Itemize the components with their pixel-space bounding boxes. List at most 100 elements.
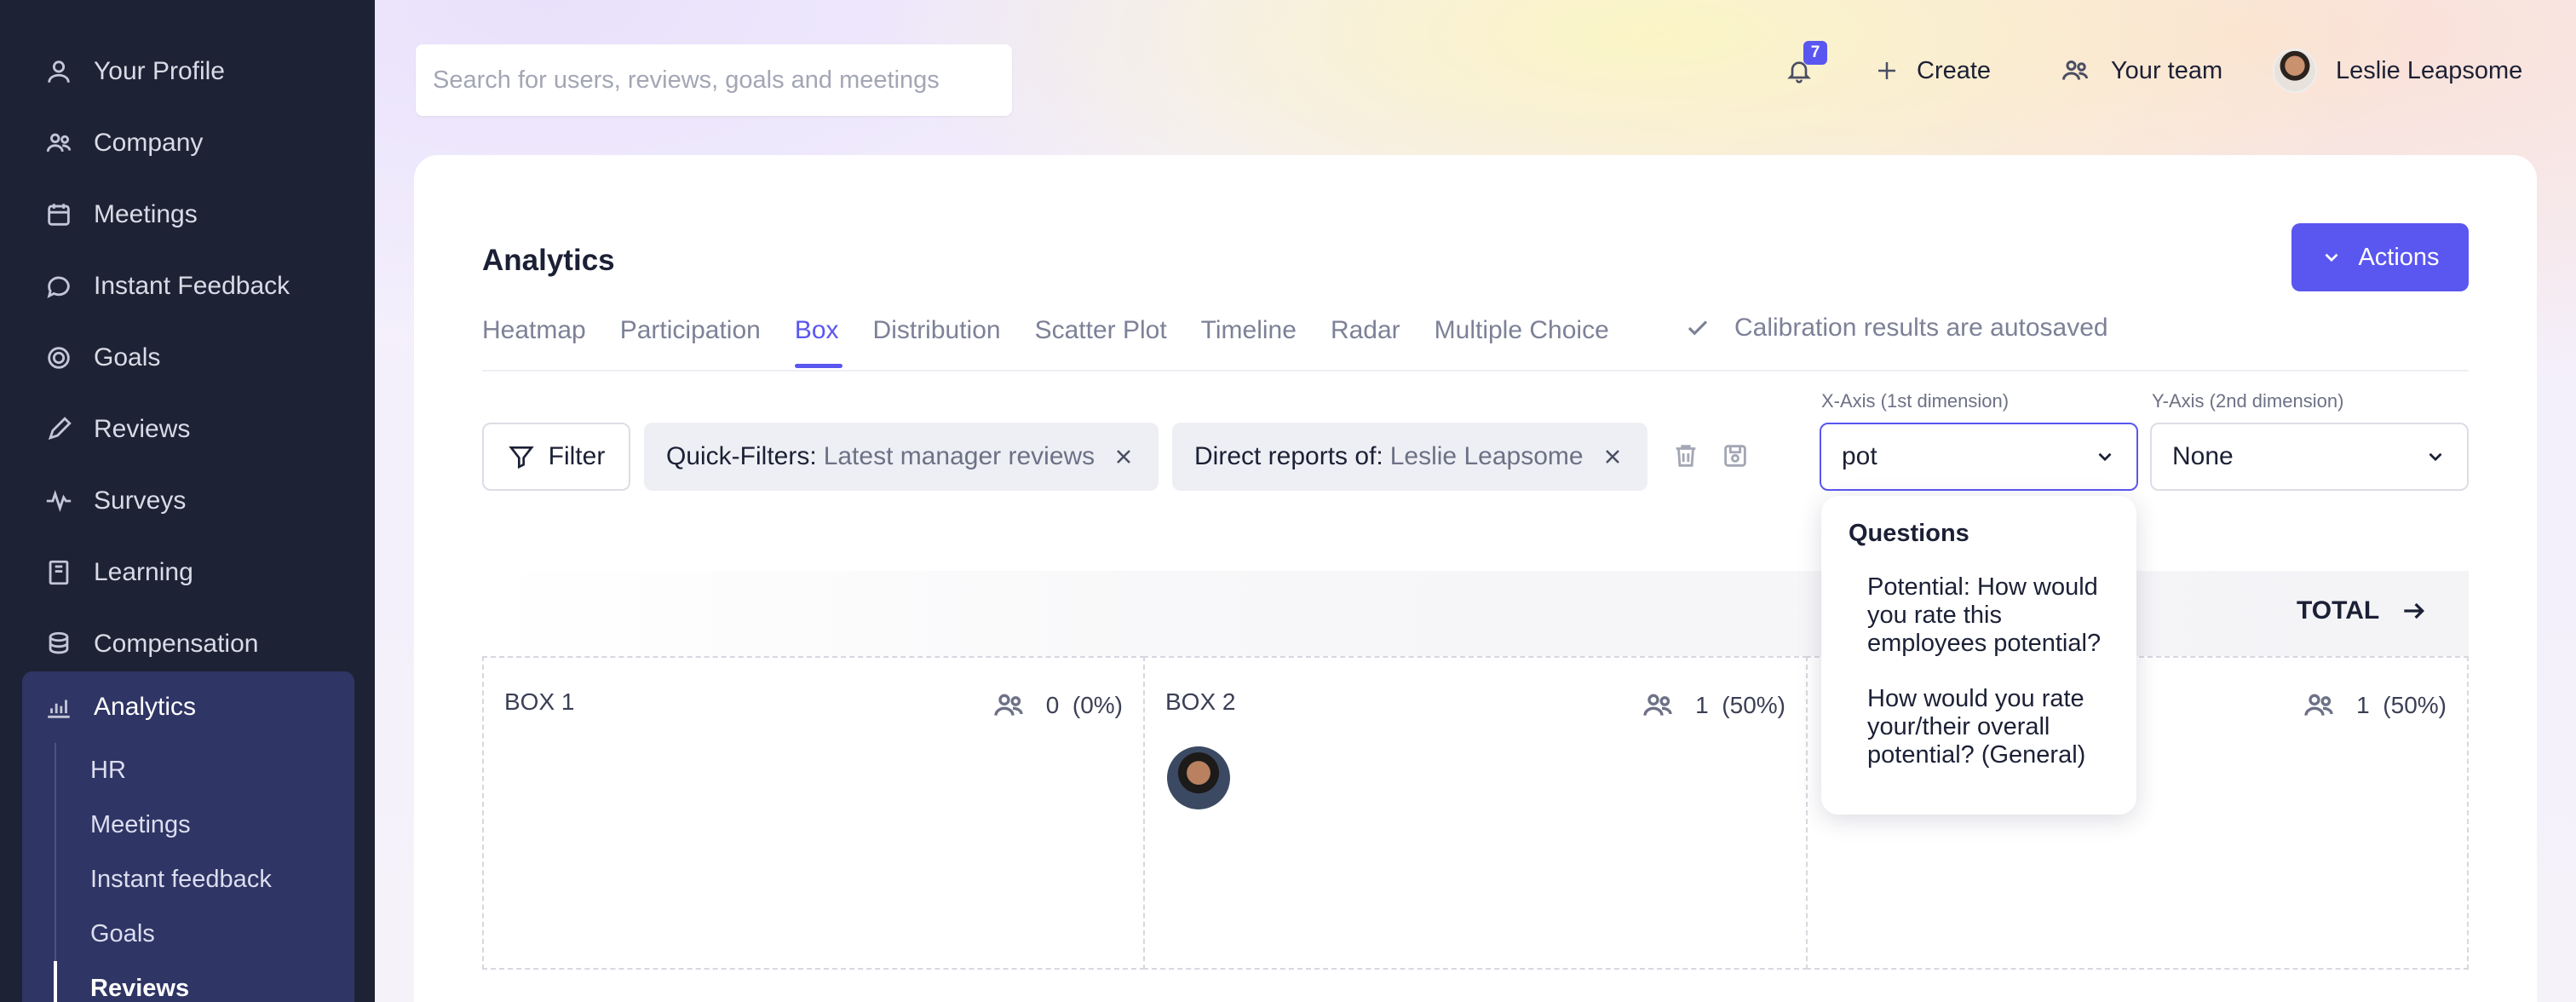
book-icon (44, 558, 73, 587)
subnav-item-meetings[interactable]: Meetings (56, 798, 354, 852)
sidebar: Your Profile Company Meetings Instant Fe… (0, 0, 375, 1002)
dropdown-option[interactable]: Potential: How would you rate this emplo… (1849, 573, 2118, 658)
employee-avatar[interactable] (1167, 746, 1230, 809)
user-menu[interactable]: Leslie Leapsome (2273, 44, 2522, 97)
y-axis-label: Y-Axis (2nd dimension) (2152, 390, 2344, 412)
subnav-item-hr[interactable]: HR (56, 743, 354, 798)
box-title: BOX 2 (1165, 688, 1236, 715)
chip-key: Direct reports of: (1194, 442, 1383, 470)
delete-filters-button[interactable] (1671, 441, 1700, 475)
box-count-value: 1 (1695, 692, 1709, 718)
sidebar-item-reviews[interactable]: Reviews (0, 394, 375, 465)
analytics-subnav: HR Meetings Instant feedback Goals Revie… (54, 743, 354, 1002)
filter-button[interactable]: Filter (482, 423, 630, 491)
search-input[interactable] (416, 44, 1012, 116)
box-count-pct: (0%) (1072, 692, 1123, 718)
sidebar-item-your-profile[interactable]: Your Profile (0, 36, 375, 107)
your-team-button[interactable]: Your team (2060, 44, 2222, 97)
coins-icon (44, 630, 73, 659)
chevron-down-icon (2325, 253, 2338, 262)
people-icon (44, 129, 73, 158)
people-icon (2304, 694, 2333, 716)
box-count-pct: (50%) (1722, 692, 1785, 718)
user-icon (44, 57, 73, 86)
tab-radar[interactable]: Radar (1331, 314, 1400, 368)
sidebar-item-label: Instant Feedback (94, 272, 290, 300)
sidebar-item-label: Analytics (94, 693, 197, 721)
create-label: Create (1917, 56, 1992, 84)
trash-icon (1676, 445, 1696, 467)
sidebar-item-goals[interactable]: Goals (0, 322, 375, 394)
box-cell-2[interactable]: BOX 2 1 (50%) (1143, 656, 1808, 970)
total-button[interactable]: TOTAL (2297, 596, 2427, 625)
tab-multiple-choice[interactable]: Multiple Choice (1435, 314, 1609, 368)
subnav-active-indicator (54, 961, 57, 1002)
chevron-down-icon (2098, 452, 2112, 462)
autosave-text: Calibration results are autosaved (1734, 314, 2108, 342)
box-count: 1 (50%) (1641, 688, 1785, 723)
plus-icon (1878, 62, 1895, 79)
subnav-item-instant-feedback[interactable]: Instant feedback (56, 852, 354, 907)
sidebar-item-meetings[interactable]: Meetings (0, 179, 375, 250)
user-name: Leslie Leapsome (2336, 56, 2523, 84)
subnav-item-reviews[interactable]: Reviews (56, 961, 354, 1002)
sidebar-item-label: Company (94, 129, 204, 157)
tab-participation[interactable]: Participation (620, 314, 761, 368)
avatar (2273, 49, 2317, 93)
chat-icon (44, 272, 73, 301)
sidebar-item-label: Goals (94, 343, 161, 371)
close-icon[interactable] (1113, 446, 1134, 467)
y-axis-value: None (2172, 442, 2234, 470)
autosave-status: Calibration results are autosaved (1685, 314, 2108, 343)
calendar-icon (44, 200, 73, 229)
check-icon (1688, 320, 1708, 336)
x-axis-dropdown: Questions Potential: How would you rate … (1821, 496, 2136, 815)
box-title: BOX 1 (504, 688, 575, 715)
subnav-item-goals[interactable]: Goals (56, 907, 354, 961)
actions-button[interactable]: Actions (2291, 223, 2469, 291)
chip-value: Leslie Leapsome (1389, 442, 1584, 470)
create-button[interactable]: Create (1874, 44, 1991, 97)
sidebar-item-company[interactable]: Company (0, 107, 375, 179)
sidebar-item-label: Compensation (94, 630, 259, 658)
box-count-value: 0 (1045, 692, 1060, 718)
filter-chip-direct-reports[interactable]: Direct reports of: Leslie Leapsome (1172, 423, 1647, 491)
box-count-pct: (50%) (2383, 692, 2447, 718)
dropdown-option[interactable]: How would you rate your/their overall po… (1849, 685, 2118, 769)
sidebar-item-label: Your Profile (94, 57, 225, 85)
chip-key: Quick-Filters: (666, 442, 817, 470)
tab-distribution[interactable]: Distribution (873, 314, 1001, 368)
sidebar-item-label: Meetings (94, 200, 198, 228)
sidebar-item-compensation[interactable]: Compensation (0, 608, 375, 680)
sidebar-item-label: Reviews (94, 415, 191, 443)
target-icon (44, 343, 73, 372)
tab-heatmap[interactable]: Heatmap (482, 314, 586, 368)
tabs-divider (482, 370, 2469, 371)
box-count: 1 (50%) (2302, 688, 2447, 723)
sidebar-analytics-group: Analytics HR Meetings Instant feedback G… (22, 671, 354, 1002)
tab-box[interactable]: Box (794, 314, 842, 368)
sidebar-item-instant-feedback[interactable]: Instant Feedback (0, 250, 375, 322)
team-icon (2062, 60, 2088, 80)
x-axis-select[interactable]: pot (1820, 423, 2138, 491)
filter-chip-quick-filters[interactable]: Quick-Filters: Latest manager reviews (644, 423, 1159, 491)
tab-timeline[interactable]: Timeline (1201, 314, 1297, 368)
page-title: Analytics (482, 244, 615, 277)
sidebar-item-surveys[interactable]: Surveys (0, 465, 375, 537)
box-cell-1[interactable]: BOX 1 0 (0%) (482, 656, 1145, 970)
arrow-right-icon (2404, 602, 2425, 619)
close-icon[interactable] (1602, 446, 1623, 467)
total-bar (482, 571, 2469, 656)
total-label: TOTAL (2297, 596, 2380, 625)
dropdown-heading: Questions (1849, 520, 1969, 547)
save-icon (1724, 445, 1746, 467)
y-axis-select[interactable]: None (2150, 423, 2469, 491)
sidebar-item-analytics[interactable]: Analytics (22, 671, 354, 743)
pencil-icon (44, 415, 73, 444)
chip-value: Latest manager reviews (823, 442, 1095, 470)
tab-scatter-plot[interactable]: Scatter Plot (1035, 314, 1167, 368)
save-filters-button[interactable] (1721, 441, 1750, 475)
sidebar-item-learning[interactable]: Learning (0, 537, 375, 608)
chart-icon (44, 693, 73, 722)
box-count-value: 1 (2356, 692, 2370, 718)
